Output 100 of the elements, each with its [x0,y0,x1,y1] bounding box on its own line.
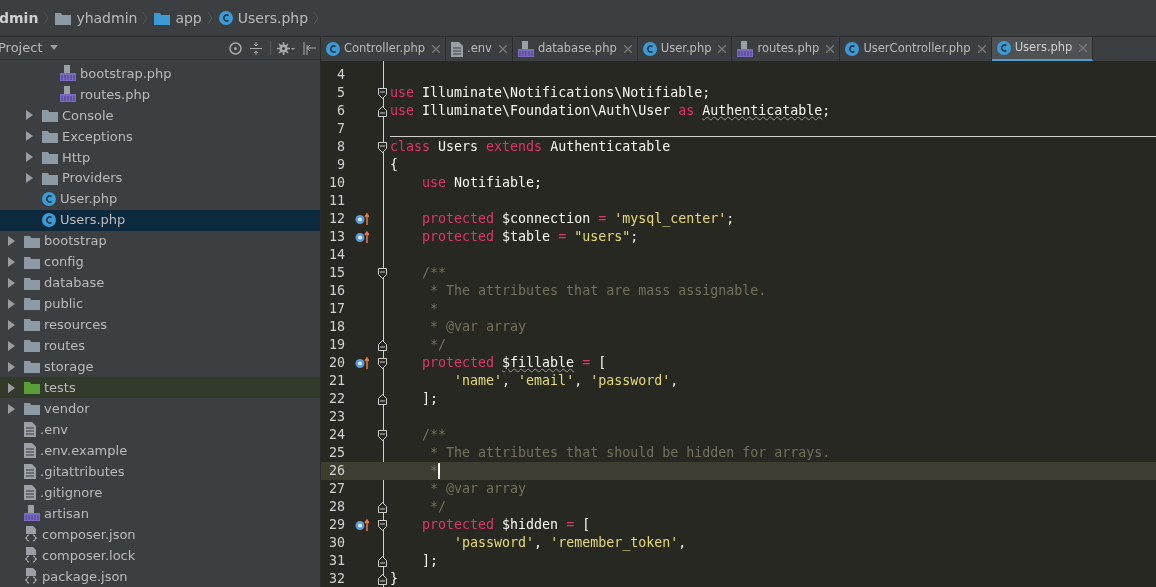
tree-item[interactable]: Console [0,104,320,126]
line-number: 7 [336,120,345,139]
fold-marker-icon[interactable] [378,105,387,117]
dropdown-caret-icon[interactable] [50,45,59,51]
collapsed-arrow-icon[interactable] [6,298,16,309]
editor-tab[interactable]: Controller.php [321,37,447,61]
close-icon[interactable] [718,45,727,53]
tree-item[interactable]: routes.php [0,83,320,105]
tree-item[interactable]: Users.php [0,209,320,231]
line-number: 31 [328,552,345,571]
tree-item[interactable]: tests [0,377,320,399]
fold-marker-icon[interactable] [378,519,387,531]
php-file-icon [60,65,76,82]
line-number: 20 [328,354,345,373]
fold-marker-icon[interactable] [378,339,387,351]
collapsed-arrow-icon[interactable] [24,110,34,121]
editor-tab[interactable]: UserController.php [840,37,992,61]
code-line: } [390,570,398,587]
fold-marker-icon[interactable] [378,393,387,405]
editor-tab[interactable]: Users.php [991,37,1094,61]
code-line: * [429,300,439,319]
code-line: protected $fillable = [ [421,354,607,373]
collapsed-arrow-icon[interactable] [6,340,16,351]
class-icon [996,41,1011,55]
line-number: 14 [328,246,345,265]
breadcrumb[interactable]: Users.php [237,7,309,29]
editor-tab[interactable]: User.php [637,37,733,61]
override-marker-icon[interactable] [355,519,369,531]
tree-item[interactable]: bootstrap [0,230,320,252]
tree-item[interactable]: bootstrap.php [0,63,320,84]
fold-marker-icon[interactable] [378,141,387,153]
settings-icon[interactable] [277,41,295,55]
collapsed-arrow-icon[interactable] [6,319,16,330]
tree-item[interactable]: .gitattributes [0,461,320,483]
collapsed-arrow-icon[interactable] [6,278,16,288]
fold-marker-icon[interactable] [378,573,387,585]
collapse-icon[interactable] [250,41,262,55]
fold-marker-icon[interactable] [378,429,387,441]
tree-item[interactable]: routes [0,335,320,357]
collapsed-arrow-icon[interactable] [6,382,16,393]
close-icon[interactable] [623,45,632,53]
tree-item[interactable]: .gitignore [0,482,320,503]
fold-marker-icon[interactable] [378,501,387,513]
json-file-icon [24,526,38,543]
class-icon [218,11,233,25]
close-icon[interactable] [498,45,507,53]
tree-item[interactable]: .env.example [0,440,320,462]
editor-tab[interactable]: routes.php [732,37,841,61]
tree-item[interactable]: composer.lock [0,544,320,566]
tree-item[interactable]: User.php [0,188,320,210]
fold-marker-icon[interactable] [378,87,387,99]
editor-tab[interactable]: .env [446,37,513,61]
collapsed-arrow-icon[interactable] [6,361,16,372]
hide-panel-icon[interactable] [303,41,316,55]
close-icon[interactable] [977,45,986,53]
line-number: 12 [328,210,345,229]
tree-item[interactable]: resources [0,314,320,336]
tree-item[interactable]: .env [0,419,320,441]
breadcrumb[interactable]: app [175,7,202,29]
collapsed-arrow-icon[interactable] [6,257,16,268]
line-number: 26 [328,462,345,481]
fold-marker-icon[interactable] [378,555,387,567]
editor-tab[interactable]: database.php [512,37,638,61]
class-icon [642,42,657,56]
override-marker-icon[interactable] [355,213,369,225]
collapsed-arrow-icon[interactable] [24,152,34,163]
tree-item[interactable]: storage [0,356,320,378]
folder-icon [154,11,171,25]
tree-item[interactable]: public [0,293,320,315]
tree-item[interactable]: composer.json [0,523,320,545]
fold-marker-icon[interactable] [378,267,387,279]
tree-item[interactable]: Providers [0,167,320,189]
collapsed-arrow-icon[interactable] [24,173,34,184]
class-icon [845,42,860,56]
tree-item[interactable]: artisan [0,503,320,524]
text-file-icon [24,443,36,459]
collapsed-arrow-icon[interactable] [24,131,34,142]
breadcrumb[interactable]: dmin [0,7,39,29]
tree-item[interactable]: config [0,251,320,273]
folder-icon [24,255,40,269]
tree-item[interactable]: Exceptions [0,125,320,147]
collapsed-arrow-icon[interactable] [6,236,16,247]
tree-item[interactable]: database [0,272,320,294]
breadcrumb[interactable]: yhadmin [76,7,138,29]
code-line: /** [421,264,447,283]
tree-item[interactable]: Http [0,146,320,168]
close-icon[interactable] [826,45,835,53]
override-marker-icon[interactable] [355,231,369,243]
collapsed-arrow-icon[interactable] [6,403,16,414]
folder-icon [42,108,58,122]
tree-item[interactable]: package.json [0,565,320,587]
override-marker-icon[interactable] [355,357,369,369]
fold-marker-icon[interactable] [378,357,387,369]
tree-item[interactable]: vendor [0,398,320,420]
locate-icon[interactable] [229,41,242,55]
panel-title[interactable]: Project [0,38,43,58]
code-line: /** [421,426,447,445]
code-line: * The attributes that should be hidden for arrays. [429,444,831,463]
close-icon[interactable] [432,45,441,53]
line-number: 10 [328,174,345,193]
